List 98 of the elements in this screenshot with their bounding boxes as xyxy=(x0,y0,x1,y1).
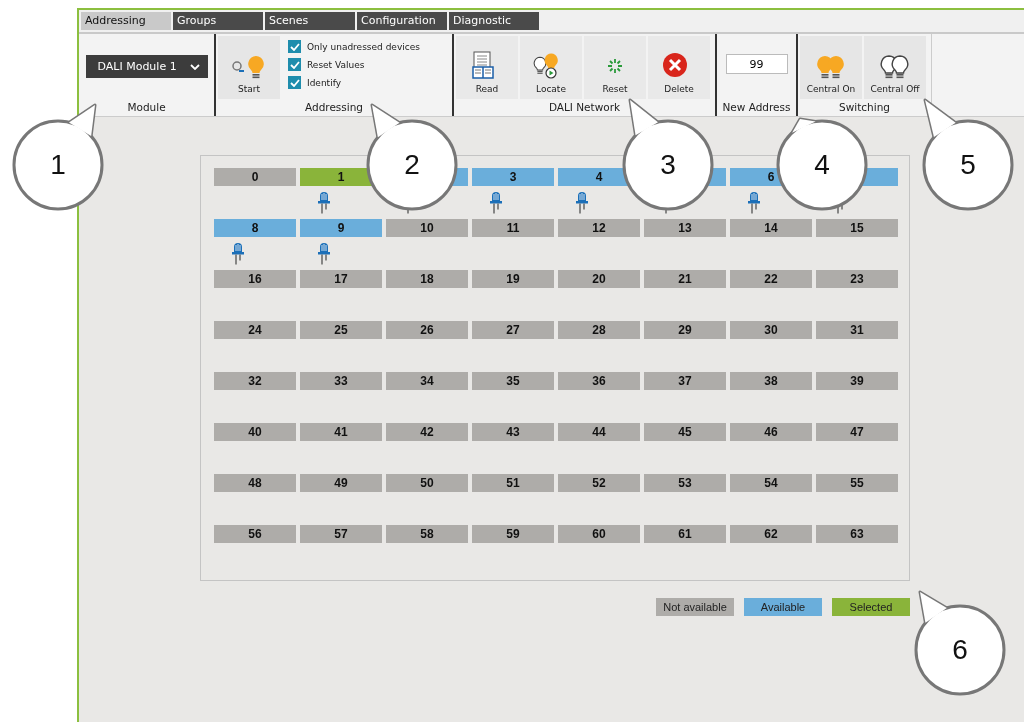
module-dropdown[interactable]: DALI Module 1 xyxy=(85,55,208,78)
address-cell[interactable]: 34 xyxy=(386,372,468,390)
tab[interactable]: Groups xyxy=(173,12,263,30)
locate-button[interactable]: Locate xyxy=(520,36,582,99)
address-cell[interactable]: 48 xyxy=(214,474,296,492)
at-sign-bulb-icon xyxy=(232,53,266,81)
address-cell[interactable]: 18 xyxy=(386,270,468,288)
checkbox[interactable] xyxy=(288,76,301,89)
address-cell[interactable]: 49 xyxy=(300,474,382,492)
callout-number: 6 xyxy=(951,634,969,666)
address-cell[interactable]: 16 xyxy=(214,270,296,288)
address-cell[interactable]: 29 xyxy=(644,321,726,339)
address-cell[interactable]: 50 xyxy=(386,474,468,492)
address-cell[interactable]: 21 xyxy=(644,270,726,288)
address-cell[interactable]: 60 xyxy=(558,525,640,543)
address-cell[interactable]: 3 xyxy=(472,168,554,186)
address-cell[interactable]: 39 xyxy=(816,372,898,390)
address-cell[interactable]: 52 xyxy=(558,474,640,492)
address-cell[interactable]: 53 xyxy=(644,474,726,492)
address-cell[interactable]: 10 xyxy=(386,219,468,237)
address-cell[interactable]: 37 xyxy=(644,372,726,390)
address-cell[interactable]: 51 xyxy=(472,474,554,492)
checkbox[interactable] xyxy=(288,58,301,71)
tab[interactable]: Diagnostic xyxy=(449,12,539,30)
address-cell[interactable]: 57 xyxy=(300,525,382,543)
address-cell[interactable]: 46 xyxy=(730,423,812,441)
address-cell[interactable]: 54 xyxy=(730,474,812,492)
group-label: Addressing xyxy=(303,100,365,115)
address-cell[interactable]: 44 xyxy=(558,423,640,441)
address-cell[interactable]: 24 xyxy=(214,321,296,339)
address-cell[interactable]: 33 xyxy=(300,372,382,390)
address-cell[interactable]: 55 xyxy=(816,474,898,492)
address-cell[interactable]: 32 xyxy=(214,372,296,390)
start-button[interactable]: Start xyxy=(218,36,280,99)
read-button[interactable]: Read xyxy=(456,36,518,99)
address-cell[interactable]: 11 xyxy=(472,219,554,237)
address-cell[interactable]: 43 xyxy=(472,423,554,441)
address-cell[interactable]: 36 xyxy=(558,372,640,390)
group-label: DALI Network xyxy=(547,100,622,115)
address-cell[interactable]: 22 xyxy=(730,270,812,288)
address-cell[interactable]: 9 xyxy=(300,219,382,237)
checkmark-icon xyxy=(289,42,300,51)
address-cell[interactable]: 42 xyxy=(386,423,468,441)
callout-number: 2 xyxy=(403,149,421,181)
callout-number: 1 xyxy=(49,149,67,181)
checkmark-icon xyxy=(289,60,300,69)
address-cell[interactable]: 14 xyxy=(730,219,812,237)
address-cell[interactable]: 38 xyxy=(730,372,812,390)
address-cell[interactable]: 26 xyxy=(386,321,468,339)
address-cell[interactable]: 63 xyxy=(816,525,898,543)
checkbox-label: Reset Values xyxy=(307,59,365,70)
address-cell[interactable]: 35 xyxy=(472,372,554,390)
delete-button[interactable]: Delete xyxy=(648,36,710,99)
address-cell[interactable]: 27 xyxy=(472,321,554,339)
address-cell[interactable]: 58 xyxy=(386,525,468,543)
legend-item: Available xyxy=(744,598,822,616)
callout-number: 5 xyxy=(959,149,977,181)
callout-number: 3 xyxy=(659,149,677,181)
reset-button[interactable]: Reset xyxy=(584,36,646,99)
checkbox-label: Identify xyxy=(307,77,341,88)
address-cell[interactable]: 19 xyxy=(472,270,554,288)
address-cell[interactable]: 30 xyxy=(730,321,812,339)
address-cell[interactable]: 41 xyxy=(300,423,382,441)
address-cell[interactable]: 0 xyxy=(214,168,296,186)
tab[interactable]: Configuration xyxy=(357,12,447,30)
group-label: Module xyxy=(126,100,167,115)
address-cell[interactable]: 20 xyxy=(558,270,640,288)
address-cell[interactable]: 45 xyxy=(644,423,726,441)
checkbox-label: Only unadressed devices xyxy=(307,41,420,52)
group-label: New Address xyxy=(721,100,792,115)
address-cell[interactable]: 59 xyxy=(472,525,554,543)
address-cell[interactable]: 13 xyxy=(644,219,726,237)
chevron-down-icon xyxy=(189,63,200,70)
address-cell[interactable]: 23 xyxy=(816,270,898,288)
address-cell[interactable]: 17 xyxy=(300,270,382,288)
tab[interactable]: Addressing xyxy=(81,12,171,30)
address-cell[interactable]: 8 xyxy=(214,219,296,237)
callout-number: 4 xyxy=(813,149,831,181)
central-off-button[interactable]: Central Off xyxy=(864,36,926,99)
address-cell[interactable]: 40 xyxy=(214,423,296,441)
central-on-button[interactable]: Central On xyxy=(800,36,862,99)
address-cell[interactable]: 62 xyxy=(730,525,812,543)
group-label: Switching xyxy=(838,100,891,115)
checkbox[interactable] xyxy=(288,40,301,53)
sparkle-icon xyxy=(607,58,623,74)
legend-item: Selected xyxy=(832,598,910,616)
address-cell[interactable]: 28 xyxy=(558,321,640,339)
address-cell[interactable]: 47 xyxy=(816,423,898,441)
checkmark-icon xyxy=(289,78,300,87)
address-cell[interactable]: 56 xyxy=(214,525,296,543)
new-address-field[interactable]: 99 xyxy=(725,54,788,74)
address-cell[interactable]: 15 xyxy=(816,219,898,237)
tab[interactable]: Scenes xyxy=(265,12,355,30)
address-cell[interactable]: 25 xyxy=(300,321,382,339)
address-cell[interactable]: 12 xyxy=(558,219,640,237)
legend-item: Not available xyxy=(656,598,734,616)
address-cell[interactable]: 31 xyxy=(816,321,898,339)
address-cell[interactable]: 61 xyxy=(644,525,726,543)
